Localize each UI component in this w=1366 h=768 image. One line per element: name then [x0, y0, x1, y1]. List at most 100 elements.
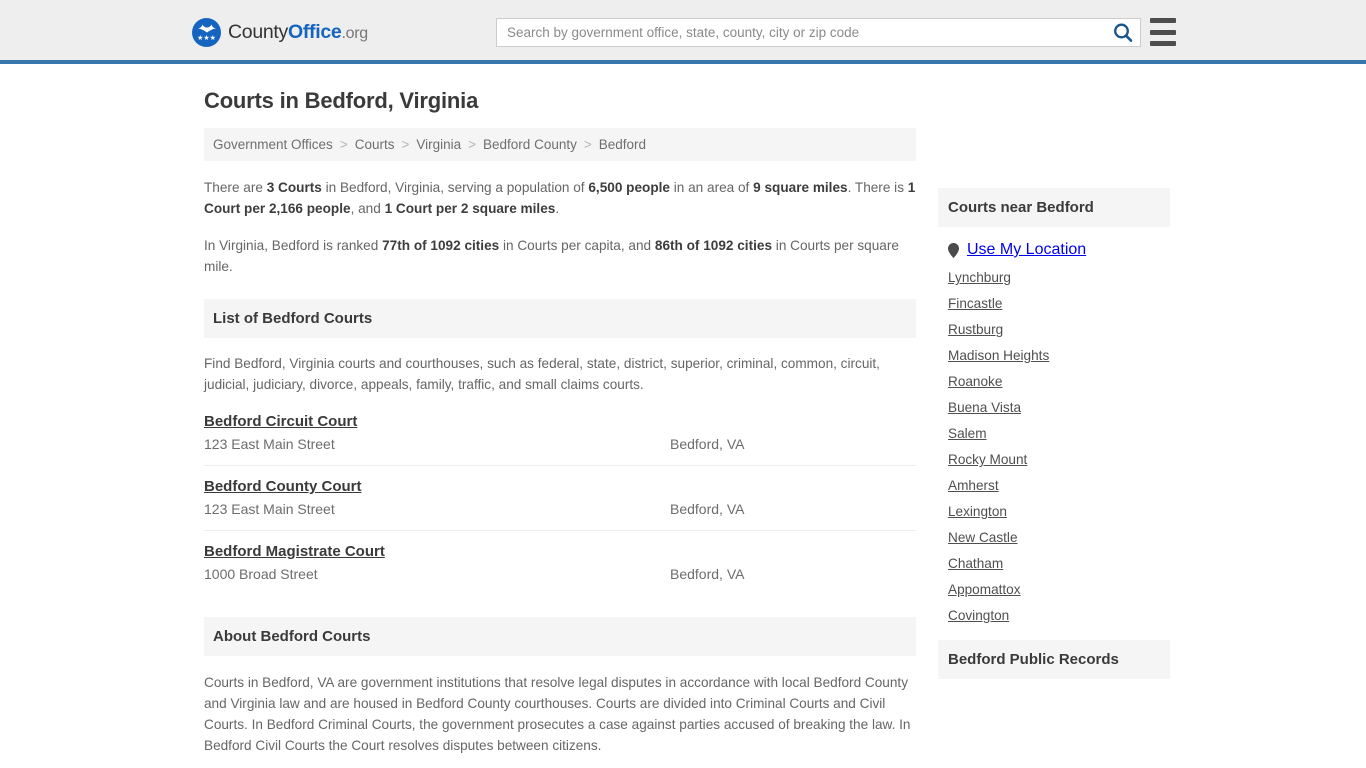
list-item[interactable]: New Castle — [948, 519, 1160, 545]
stats-paragraph-1: There are 3 Courts in Bedford, Virginia,… — [204, 177, 916, 219]
list-item[interactable]: Lynchburg — [948, 259, 1160, 285]
about-paragraph: Courts in Bedford, VA are government ins… — [204, 675, 911, 753]
stats-rank-per-capita: 77th of 1092 cities — [382, 238, 500, 253]
breadcrumb-item-bedford-county[interactable]: Bedford County — [483, 137, 577, 152]
map-pin-icon — [948, 242, 959, 258]
list-item[interactable]: Lexington — [948, 493, 1160, 519]
logo-text-office: Office — [288, 21, 342, 43]
court-address: 123 East Main Street — [204, 501, 335, 517]
search-button[interactable] — [1111, 21, 1135, 45]
court-name-link[interactable]: Bedford Circuit Court — [204, 413, 357, 430]
logo-stars: ★★★ — [197, 35, 216, 42]
stats-text: in an area of — [669, 180, 754, 195]
nearby-city-link-appomattox[interactable]: Appomattox — [948, 582, 1021, 597]
stats-population: 6,500 people — [588, 180, 670, 195]
nearby-city-link-fincastle[interactable]: Fincastle — [948, 296, 1002, 311]
breadcrumb-separator: > — [401, 137, 410, 152]
stats-per-area: 1 Court per 2 square miles — [384, 201, 556, 216]
list-item[interactable]: Rocky Mount — [948, 441, 1160, 467]
search-input[interactable] — [496, 18, 1141, 47]
logo-text-org: .org — [341, 25, 368, 42]
stats-text: There are — [204, 180, 267, 195]
court-list: Bedford Circuit Court 123 East Main Stre… — [204, 413, 916, 595]
court-details: 123 East Main Street Bedford, VA — [204, 436, 916, 452]
list-item[interactable]: Amherst — [948, 467, 1160, 493]
nearby-city-link-buena-vista[interactable]: Buena Vista — [948, 400, 1021, 415]
court-details: 1000 Broad Street Bedford, VA — [204, 566, 916, 582]
nearby-city-link-chatham[interactable]: Chatham — [948, 556, 1003, 571]
court-address: 1000 Broad Street — [204, 566, 318, 582]
court-city-state: Bedford, VA — [670, 566, 745, 582]
eagle-shield-logo-icon: ★★★ — [192, 18, 221, 47]
list-item[interactable]: Madison Heights — [948, 337, 1160, 363]
logo-wordmark: CountyOffice.org — [228, 21, 368, 44]
logo-text-county: County — [228, 21, 288, 43]
breadcrumb-item-courts[interactable]: Courts — [355, 137, 395, 152]
hamburger-menu-button[interactable] — [1150, 18, 1176, 46]
list-item[interactable]: Buena Vista — [948, 389, 1160, 415]
table-row: Bedford County Court 123 East Main Stree… — [204, 466, 916, 531]
stats-text: In Virginia, Bedford is ranked — [204, 238, 383, 253]
section-heading-list-of-courts: List of Bedford Courts — [204, 299, 916, 338]
nearby-city-link-salem[interactable]: Salem — [948, 426, 987, 441]
sidebar: Courts near Bedford Use My Location Lync… — [938, 188, 1170, 679]
sidebar-heading-courts-near-bedford: Courts near Bedford — [938, 188, 1170, 227]
eagle-glyph — [197, 24, 216, 33]
nearby-city-link-rocky-mount[interactable]: Rocky Mount — [948, 452, 1027, 467]
stats-text: in Bedford, Virginia, serving a populati… — [321, 180, 589, 195]
list-section-description: Find Bedford, Virginia courts and courth… — [204, 356, 880, 392]
list-item[interactable]: Chatham — [948, 545, 1160, 571]
breadcrumb-separator: > — [583, 137, 592, 152]
court-city-state: Bedford, VA — [670, 436, 745, 452]
hamburger-menu-icon-bar-2 — [1150, 29, 1176, 35]
court-address: 123 East Main Street — [204, 436, 335, 452]
hamburger-menu-icon-bar-3 — [1150, 41, 1176, 46]
sidebar-heading-public-records: Bedford Public Records — [938, 640, 1170, 679]
stats-text: , and — [350, 201, 385, 216]
court-city-state: Bedford, VA — [670, 501, 745, 517]
stats-rank-per-mile: 86th of 1092 cities — [654, 238, 773, 253]
nearby-city-link-lexington[interactable]: Lexington — [948, 504, 1007, 519]
stats-paragraph-2: In Virginia, Bedford is ranked 77th of 1… — [204, 235, 916, 277]
stats-text: . — [555, 201, 560, 216]
breadcrumb-separator: > — [468, 137, 477, 152]
nearby-city-link-roanoke[interactable]: Roanoke — [948, 374, 1002, 389]
list-item[interactable]: Rustburg — [948, 311, 1160, 337]
list-item[interactable]: Covington — [948, 597, 1160, 623]
breadcrumb-item-virginia[interactable]: Virginia — [416, 137, 461, 152]
nearby-city-link-new-castle[interactable]: New Castle — [948, 530, 1018, 545]
hamburger-menu-icon-bar-1 — [1150, 18, 1176, 23]
site-logo[interactable]: ★★★ CountyOffice.org — [192, 18, 368, 47]
breadcrumb-item-government-offices[interactable]: Government Offices — [213, 137, 333, 152]
court-name-link[interactable]: Bedford Magistrate Court — [204, 543, 385, 560]
list-item[interactable]: Roanoke — [948, 363, 1160, 389]
nearby-city-link-lynchburg[interactable]: Lynchburg — [948, 270, 1011, 285]
nearby-city-link-madison-heights[interactable]: Madison Heights — [948, 348, 1049, 363]
court-name-link[interactable]: Bedford County Court — [204, 478, 361, 495]
search-icon — [1114, 23, 1133, 42]
page-title: Courts in Bedford, Virginia — [204, 88, 479, 113]
use-my-location-link[interactable]: Use My Location — [967, 241, 1086, 259]
use-my-location-row[interactable]: Use My Location — [948, 227, 1160, 259]
sidebar-nearby-list: Use My Location Lynchburg Fincastle Rust… — [938, 227, 1170, 623]
nearby-city-link-amherst[interactable]: Amherst — [948, 478, 999, 493]
site-header: ★★★ CountyOffice.org — [0, 0, 1366, 64]
section-heading-about-courts: About Bedford Courts — [204, 617, 916, 656]
search-bar — [496, 18, 1141, 47]
list-item[interactable]: Appomattox — [948, 571, 1160, 597]
stats-area: 9 square miles — [753, 180, 848, 195]
list-item[interactable]: Fincastle — [948, 285, 1160, 311]
breadcrumb-separator: > — [339, 137, 348, 152]
nearby-city-link-rustburg[interactable]: Rustburg — [948, 322, 1003, 337]
stats-courts-count: 3 Courts — [266, 180, 322, 195]
table-row: Bedford Magistrate Court 1000 Broad Stre… — [204, 531, 916, 595]
court-details: 123 East Main Street Bedford, VA — [204, 501, 916, 517]
stats-text: in Courts per capita, and — [499, 238, 655, 253]
breadcrumb: Government Offices > Courts > Virginia >… — [204, 128, 916, 161]
main-content: Courts in Bedford, Virginia Government O… — [204, 88, 916, 768]
breadcrumb-item-bedford: Bedford — [598, 137, 647, 152]
stats-text: . There is — [847, 180, 908, 195]
list-item[interactable]: Salem — [948, 415, 1160, 441]
nearby-city-link-covington[interactable]: Covington — [948, 608, 1009, 623]
table-row: Bedford Circuit Court 123 East Main Stre… — [204, 413, 916, 466]
